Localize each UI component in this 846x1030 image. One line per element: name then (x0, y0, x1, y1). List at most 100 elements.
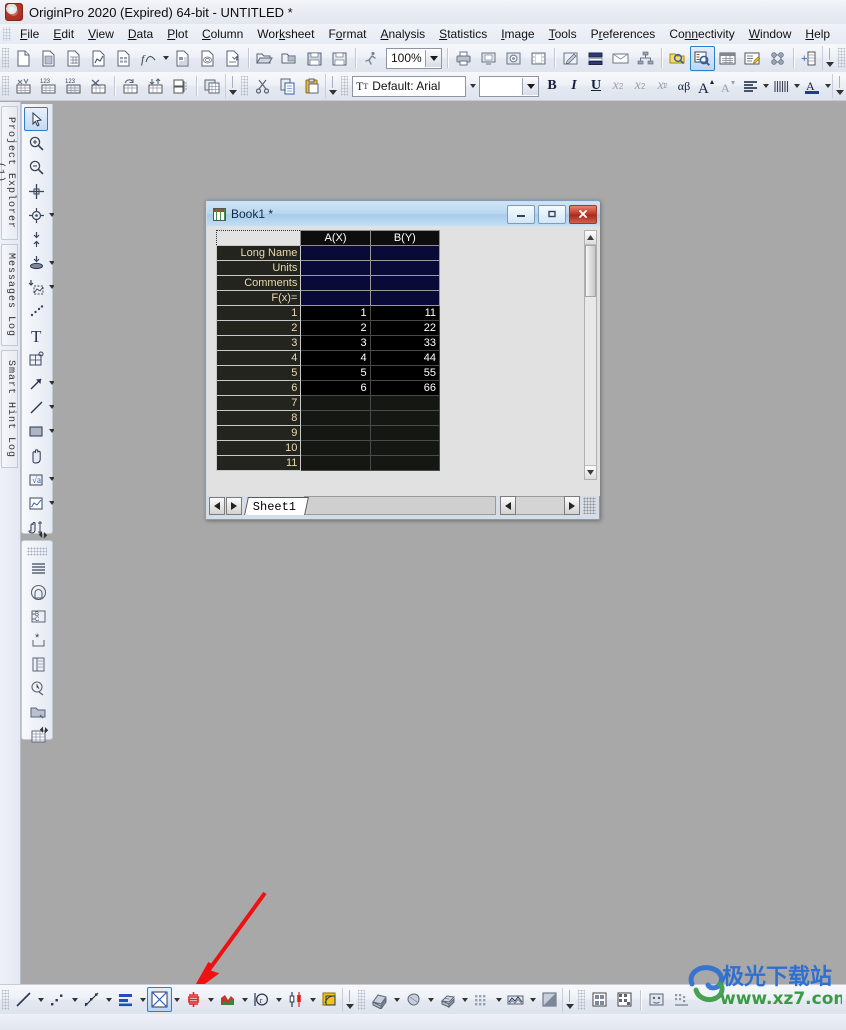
pan-tool[interactable] (24, 443, 48, 467)
cell-b8[interactable] (369, 410, 441, 426)
apps-gallery-icon[interactable] (765, 46, 790, 71)
row-number[interactable]: 8 (215, 410, 302, 426)
new-project-icon[interactable] (11, 46, 36, 71)
menu-file[interactable]: File (13, 25, 46, 43)
area-plot-dropdown-arrow[interactable] (240, 988, 249, 1011)
merge-graph-icon[interactable] (608, 46, 633, 71)
next-sheet-button[interactable] (226, 496, 242, 515)
3d-bar-icon[interactable] (469, 987, 494, 1012)
add-new-column-icon[interactable] (11, 74, 36, 99)
export-page-icon[interactable] (501, 46, 526, 71)
regional-data-selector-tool[interactable] (24, 275, 48, 299)
bold-button[interactable]: B (541, 75, 563, 98)
comments-a-cell[interactable] (300, 275, 371, 291)
new-notes-icon[interactable] (195, 46, 220, 71)
add-object-tool[interactable] (24, 347, 48, 371)
worksheet-vertical-scrollbar[interactable] (584, 230, 597, 480)
run-script-icon[interactable] (359, 46, 384, 71)
box-chart-dropdown-arrow[interactable] (206, 988, 215, 1011)
template-library-icon[interactable] (587, 987, 612, 1012)
plot-details-icon[interactable] (612, 987, 637, 1012)
cell-b7[interactable] (369, 395, 441, 411)
worksheet-horizontal-scrollbar[interactable] (500, 496, 580, 515)
window-resize-grip[interactable] (583, 497, 596, 514)
set-column-values-icon[interactable]: 123 (36, 74, 61, 99)
pie-chart-dropdown-arrow[interactable] (274, 988, 283, 1011)
command-window-icon[interactable] (715, 46, 740, 71)
3d-symbol-icon[interactable] (401, 987, 426, 1012)
new-function-plot-dropdown-arrow[interactable] (161, 47, 170, 70)
cell-a5[interactable]: 5 (300, 365, 371, 381)
stack-columns-icon[interactable] (143, 74, 168, 99)
project-explorer-icon[interactable] (665, 46, 690, 71)
row-number[interactable]: 4 (215, 350, 302, 366)
font-color-dropdown-arrow[interactable] (823, 75, 832, 98)
prev-sheet-button[interactable] (209, 496, 225, 515)
rectangle-tool[interactable] (24, 419, 48, 443)
column-header-a[interactable]: A(X) (300, 230, 371, 246)
select-all-corner[interactable] (215, 230, 302, 246)
3d-waterfall-dropdown-arrow[interactable] (528, 988, 537, 1011)
toolbar-overflow-button[interactable] (325, 74, 339, 98)
print-icon[interactable] (451, 46, 476, 71)
font-size-dropdown-arrow[interactable] (522, 77, 538, 95)
line-symbol-plot-icon[interactable] (79, 987, 104, 1012)
bc-icon[interactable]: BC (26, 604, 50, 628)
text-tool[interactable]: T (24, 323, 48, 347)
cell-b6[interactable]: 66 (369, 380, 441, 396)
cut-icon[interactable] (250, 74, 275, 99)
3d-bar-dropdown-arrow[interactable] (494, 988, 503, 1011)
column-bar-plot-dropdown-arrow[interactable] (138, 988, 147, 1011)
cell-b11[interactable] (369, 455, 441, 471)
contour-plot-icon[interactable] (317, 987, 342, 1012)
regional-mask-tool[interactable] (24, 251, 48, 275)
zoom-in-tool[interactable] (24, 131, 48, 155)
scroll-left-button[interactable] (500, 496, 516, 515)
layout-lines-icon[interactable] (26, 556, 50, 580)
menu-window[interactable]: Window (742, 25, 799, 43)
comments-b-cell[interactable] (369, 275, 441, 291)
toolbar-overflow-button[interactable] (225, 74, 239, 98)
area-plot-icon[interactable] (215, 987, 240, 1012)
3d-surface-dropdown-arrow[interactable] (392, 988, 401, 1011)
maximize-button[interactable] (538, 204, 566, 224)
worksheet-grid[interactable]: A(X) B(Y) Long Name Units Comments F(x)= (215, 230, 441, 471)
palette2-expander[interactable]: ⏴⏵ (37, 723, 51, 737)
messages-log-tab[interactable]: Messages Log (1, 244, 18, 346)
toolbar-grip[interactable] (341, 76, 348, 96)
menu-tools[interactable]: Tools (542, 25, 584, 43)
new-excel-icon[interactable] (220, 46, 245, 71)
print-preview-icon[interactable] (476, 46, 501, 71)
cell-b10[interactable] (369, 440, 441, 456)
cell-a7[interactable] (300, 395, 371, 411)
cell-b2[interactable]: 22 (369, 320, 441, 336)
menu-edit[interactable]: Edit (46, 25, 81, 43)
font-combo[interactable]: TT Default: Arial (352, 75, 466, 97)
new-matrix-icon[interactable] (111, 46, 136, 71)
line-style-dropdown-arrow[interactable] (792, 75, 801, 98)
new-folder-icon[interactable] (36, 46, 61, 71)
units-a-cell[interactable] (300, 260, 371, 276)
menu-grip[interactable] (3, 27, 11, 41)
menu-worksheet[interactable]: Worksheet (250, 25, 321, 43)
menu-help[interactable]: Help (798, 25, 837, 43)
cell-b4[interactable]: 44 (369, 350, 441, 366)
worksheet-area[interactable]: A(X) B(Y) Long Name Units Comments F(x)= (207, 226, 600, 496)
image-plot-icon[interactable] (537, 987, 562, 1012)
code-builder-icon[interactable] (740, 46, 765, 71)
line-plot-icon[interactable] (11, 987, 36, 1012)
scroll-down-button[interactable] (585, 465, 596, 479)
add-new-columns-icon[interactable]: + (797, 46, 822, 71)
greek-button[interactable]: αβ (673, 75, 695, 98)
underline-button[interactable]: U (585, 75, 607, 98)
cell-a11[interactable] (300, 455, 371, 471)
zoom-dropdown-arrow[interactable] (425, 49, 441, 67)
hierarchical-icon[interactable] (633, 46, 658, 71)
export-video-icon[interactable] (526, 46, 551, 71)
column-bar-plot-icon[interactable] (113, 987, 138, 1012)
book1-window[interactable]: Book1 * A(X) B(Y) Long Name Units Commen… (205, 200, 600, 520)
scatter-plot-dropdown-arrow[interactable] (70, 988, 79, 1011)
box-chart-icon[interactable] (181, 987, 206, 1012)
subscript-button[interactable]: x2 (629, 75, 651, 98)
folder-icon[interactable] (26, 700, 50, 724)
